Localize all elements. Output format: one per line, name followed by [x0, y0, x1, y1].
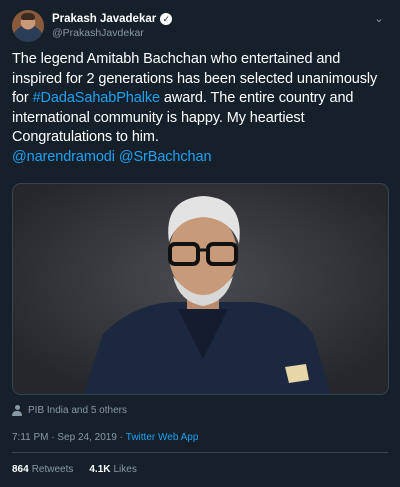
author-handle[interactable]: @PrakashJavdekar — [52, 27, 144, 39]
tagged-people-text[interactable]: PIB India and 5 others — [28, 405, 127, 416]
hashtag-link[interactable]: #DadaSahabPhalke — [33, 90, 161, 106]
tweet-source-link[interactable]: Twitter Web App — [126, 432, 199, 443]
tweet-photo[interactable] — [12, 183, 389, 395]
meta-separator: · — [116, 432, 126, 443]
tagged-people[interactable]: PIB India and 5 others — [12, 403, 127, 417]
tweet-header: Prakash Javadekar ✓ @PrakashJavdekar ⌄ — [12, 10, 388, 44]
avatar[interactable] — [12, 10, 44, 42]
retweets-count[interactable]: 864 — [12, 464, 29, 475]
tweet-meta: 7:11 PM · Sep 24, 2019 · Twitter Web App — [12, 432, 198, 443]
tweet-time[interactable]: 7:11 PM — [12, 432, 49, 443]
mention-link-srbachchan[interactable]: @SrBachchan — [119, 149, 212, 165]
likes-count[interactable]: 4.1K — [89, 464, 110, 475]
likes-label[interactable]: Likes — [114, 464, 137, 475]
mention-link-narendramodi[interactable]: @narendramodi — [12, 149, 115, 165]
tweet-text: The legend Amitabh Bachchan who entertai… — [12, 50, 390, 167]
retweets-label[interactable]: Retweets — [32, 464, 74, 475]
person-icon — [12, 404, 22, 416]
tweet-stats: 864 Retweets 4.1K Likes — [12, 464, 153, 475]
chevron-down-icon[interactable]: ⌄ — [372, 12, 386, 26]
tweet-card: Prakash Javadekar ✓ @PrakashJavdekar ⌄ T… — [0, 0, 400, 487]
verified-badge-icon: ✓ — [160, 13, 173, 25]
author-name[interactable]: Prakash Javadekar — [52, 13, 156, 25]
tweet-date[interactable]: Sep 24, 2019 — [57, 432, 117, 443]
author-name-row[interactable]: Prakash Javadekar ✓ — [52, 11, 173, 27]
divider — [12, 452, 388, 453]
photo-portrait — [13, 184, 388, 394]
meta-separator: · — [48, 432, 58, 443]
